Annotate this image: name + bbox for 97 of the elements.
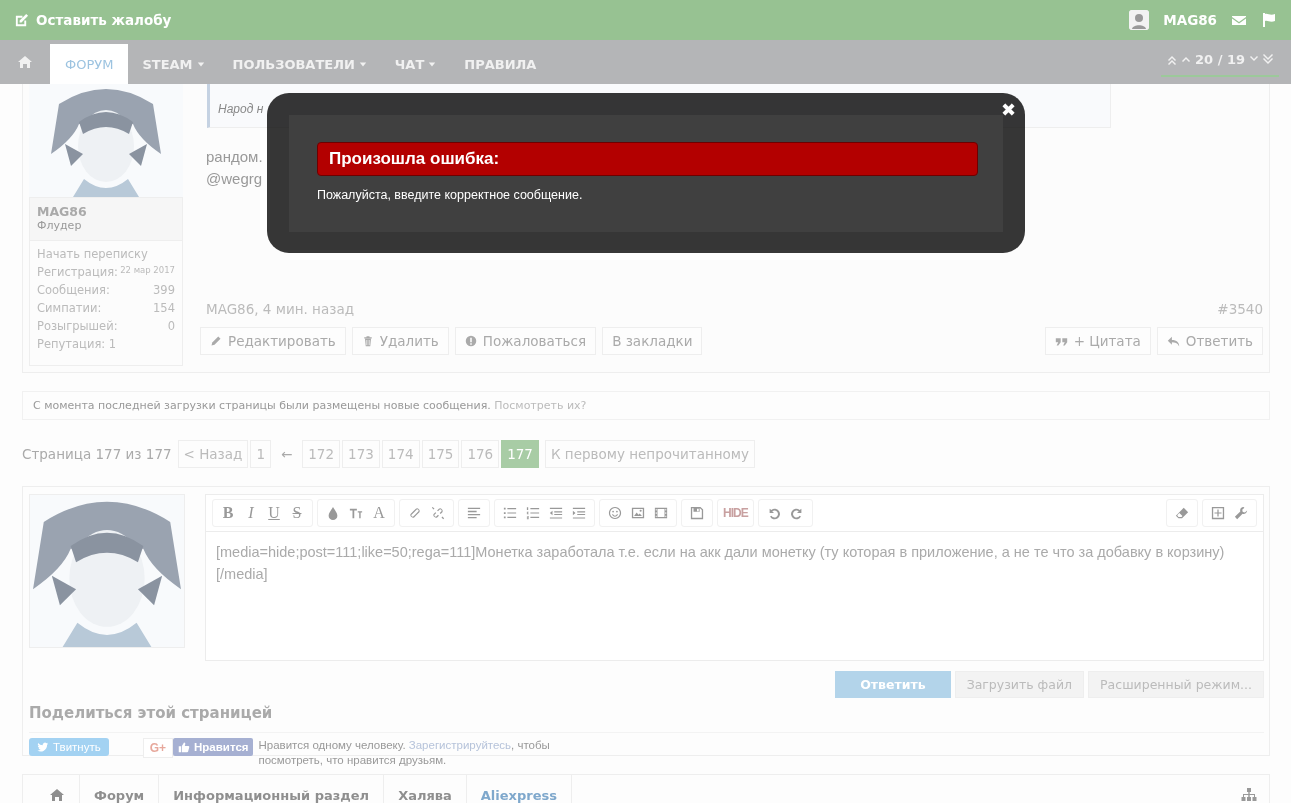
flag-icon [1261,12,1277,28]
twitter-icon [37,741,49,753]
reputation-text: Репутация: 1 [37,337,118,351]
page-button[interactable]: 173 [342,440,380,468]
page-label: Страница 177 из 177 [22,446,172,462]
post-text: @wegrg [206,169,263,189]
breadcrumb-item[interactable]: Информационный раздел [159,775,385,803]
wrench-icon [1234,506,1248,520]
editor-button[interactable]: Ответить [835,671,951,698]
nav-tab[interactable]: ЧАТ [380,44,451,84]
stat-value: 399 [153,283,175,297]
nav-tab[interactable]: ПРАВИЛА [450,44,551,84]
quote-text: Народ н [218,102,264,116]
outdent-icon [549,506,563,520]
indent-icon [572,506,586,520]
redo-icon [789,506,804,520]
smile-icon [608,506,622,520]
trash-icon [361,335,374,347]
like-text: Нравится одному человеку. Зарегистрируйтесь, чтобы посмотреть, что нравится друзьям. [258,738,551,768]
tweet-button[interactable]: Твитнуть [29,738,109,756]
post-action-button[interactable]: Редактировать [200,327,346,355]
plusbox-icon [1211,506,1225,520]
notice-link[interactable]: Посмотреть их? [494,399,587,412]
align-icon [467,506,481,520]
post-action-button[interactable]: Пожаловаться [454,327,597,355]
post-number[interactable]: #3540 [1217,301,1263,317]
notice-text: С момента последней загрузки страницы были размещены новые сообщения. Посмотреть их? [33,399,587,412]
close-button[interactable]: ✖ [1000,99,1016,120]
username-link[interactable]: MAG86 [1163,12,1217,28]
post-meta[interactable]: MAG86, 4 мин. назад [206,301,354,317]
image-icon [631,506,645,520]
thumb-icon [178,741,191,753]
unlink-icon [431,506,445,520]
editor-button[interactable]: Загрузить файл [954,671,1085,698]
message-editor[interactable]: [media=hide;post=111;like=50;rega=111]Монетка заработала т.е. если на акк дали монетку (ту которая в приложение, а не те что за добавку в корзину)[/media] [206,532,1263,660]
gplus-button[interactable]: G+ [142,738,174,758]
stat-label: Симпатии: [37,301,102,315]
error-title: Произошла ошибка: [317,142,978,176]
prev-page-button[interactable]: < Назад [177,440,249,468]
stat-label: Розыгрышей: [37,319,118,333]
ol-icon [526,506,540,520]
save-icon [690,506,704,520]
double-up-icon [1167,53,1177,65]
message-link[interactable]: Начать переписку [37,247,175,261]
post-action-button[interactable]: В закладки [602,327,703,355]
post-action-button[interactable]: Ответить [1156,327,1263,355]
drop-icon [326,506,340,520]
format-button[interactable]: B [218,503,238,523]
tsize-icon [349,506,363,520]
page-button[interactable]: 172 [302,440,341,468]
stat-value: 22 мар 2017 [120,265,175,275]
home-icon [49,787,65,803]
user-name[interactable]: MAG86 [37,204,175,219]
page-gap-arrow[interactable]: ← [272,446,301,462]
breadcrumb-item[interactable]: Халява [384,775,467,803]
format-button[interactable]: U [264,503,284,523]
post-text: рандом. [206,147,263,167]
format-button[interactable]: HIDE [723,503,748,523]
eraser-icon [1175,506,1189,520]
reply-icon [1166,334,1180,348]
share-title: Поделиться этой страницей [29,704,274,722]
stat-label: Сообщения: [37,283,110,297]
error-message: Пожалуйста, введите корректное сообщение. [317,188,584,202]
page-button[interactable]: 174 [381,440,420,468]
format-button[interactable]: A [369,503,389,523]
like-button[interactable]: Нравится [173,738,254,756]
breadcrumb-item[interactable]: Форум [80,775,160,803]
user-title: Флудер [37,219,83,232]
film-icon [654,506,668,520]
nav-tab[interactable]: ПОЛЬЗОВАТЕЛИ [218,44,381,84]
pencil-icon [210,335,222,347]
alert-icon [464,335,477,347]
editor-button[interactable]: Расширенный режим... [1088,671,1264,698]
page-button[interactable]: 1 [250,440,271,468]
ul-icon [503,506,517,520]
edit-icon [14,12,29,28]
post-action-button[interactable]: + Цитата [1044,327,1151,355]
stat-value: 0 [167,319,175,333]
post-action-button[interactable]: Удалить [351,327,449,355]
post-pager[interactable]: 20 / 19 [1161,47,1279,77]
home-icon [17,54,33,70]
stat-value: 154 [153,301,175,315]
sitemap-icon [1241,787,1257,803]
link-icon [408,506,422,520]
page-button[interactable]: 177 [501,440,539,468]
page-button[interactable]: 175 [421,440,460,468]
double-down-icon [1263,53,1273,65]
format-button[interactable]: S [287,503,307,523]
nav-tab[interactable]: ФОРУМ [50,44,129,84]
breadcrumb-item[interactable]: Aliexpress [466,775,572,803]
nav-tab[interactable]: STEAM [128,44,219,84]
stat-label: Регистрация: [37,265,118,279]
complaint-link[interactable]: Оставить жалобу [36,12,172,28]
avatar-icon [1129,10,1150,30]
unread-button[interactable]: К первому непрочитанному [544,440,755,468]
page-button[interactable]: 176 [461,440,500,468]
format-button[interactable]: I [241,503,261,523]
